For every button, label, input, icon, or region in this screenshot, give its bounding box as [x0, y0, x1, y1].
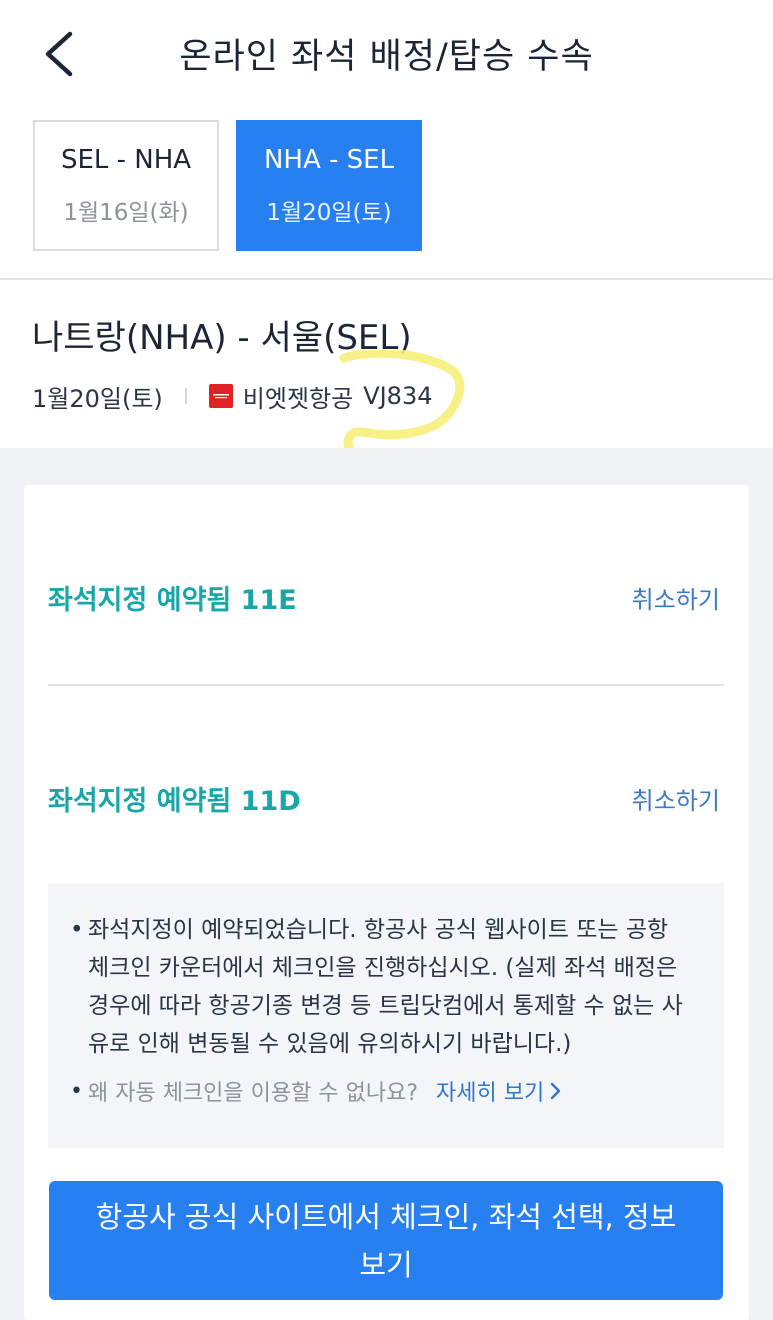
airline-logo-icon — [208, 384, 233, 408]
flight-route-title: 나트랑(NHA) - 서울(SEL) — [32, 318, 412, 358]
bullet: • — [70, 917, 84, 943]
notice-box: • 좌석지정이 예약되었습니다. 항공사 공식 웹사이트 또는 공항 체크인 카… — [48, 883, 724, 1148]
auto-checkin-question: 왜 자동 체크인을 이용할 수 없나요? — [88, 1081, 419, 1106]
route-tabs: SEL - NHA 1월16일(화) NHA - SEL 1월20일(토) — [33, 120, 422, 251]
cancel-seat-button[interactable]: 취소하기 — [632, 781, 720, 816]
see-details-link[interactable]: 자세히 보기 — [436, 1075, 562, 1107]
flight-number: VJ834 — [363, 382, 433, 410]
bullet: • — [70, 1078, 83, 1104]
meta-separator — [184, 388, 187, 404]
divider — [0, 278, 773, 280]
cancel-seat-button[interactable]: 취소하기 — [632, 580, 720, 615]
auto-checkin-question-row: • 왜 자동 체크인을 이용할 수 없나요? 자세히 보기 — [70, 1075, 694, 1107]
seat-status: 좌석지정 예약됨 11E — [48, 585, 297, 616]
airline-name: 비엣젯항공 — [242, 384, 354, 413]
seat-status: 좌석지정 예약됨 11D — [48, 786, 301, 817]
tab-return-route[interactable]: NHA - SEL 1월20일(토) — [236, 120, 422, 251]
see-details-label: 자세히 보기 — [436, 1081, 545, 1106]
seat-row: 좌석지정 예약됨 11D 취소하기 — [48, 779, 724, 818]
divider — [48, 684, 724, 686]
seat-row: 좌석지정 예약됨 11E 취소하기 — [48, 578, 724, 617]
airline-site-checkin-button[interactable]: 항공사 공식 사이트에서 체크인, 좌석 선택, 정보 보기 — [49, 1181, 723, 1300]
tab-date-label: 1월16일(화) — [63, 199, 189, 226]
page: 온라인 좌석 배정/탑승 수속 SEL - NHA 1월16일(화) NHA -… — [0, 0, 773, 1320]
tab-route-label: NHA - SEL — [263, 144, 395, 175]
page-title: 온라인 좌석 배정/탑승 수속 — [179, 37, 594, 77]
flight-meta: 1월20일(토) 비엣젯항공 VJ834 — [32, 378, 433, 414]
notice-text: 좌석지정이 예약되었습니다. 항공사 공식 웹사이트 또는 공항 체크인 카운터… — [88, 917, 683, 1057]
chevron-right-icon — [551, 1082, 561, 1100]
notice-item: • 좌석지정이 예약되었습니다. 항공사 공식 웹사이트 또는 공항 체크인 카… — [70, 911, 694, 1063]
tab-outbound-route[interactable]: SEL - NHA 1월16일(화) — [33, 120, 219, 251]
tab-route-label: SEL - NHA — [60, 144, 192, 175]
tab-date-label: 1월20일(토) — [266, 199, 392, 226]
flight-date: 1월20일(토) — [32, 384, 163, 413]
header: 온라인 좌석 배정/탑승 수속 — [0, 0, 773, 110]
